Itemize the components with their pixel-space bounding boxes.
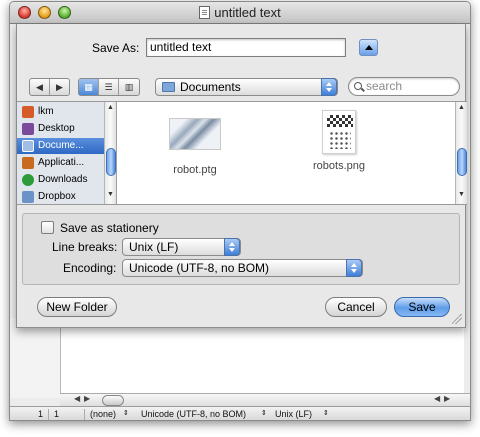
window-title-text: untitled text [214, 5, 281, 20]
scroll-down-icon[interactable]: ▼ [458, 191, 465, 198]
files-scrollbar[interactable]: ▲ ▼ [455, 102, 467, 204]
status-separator [84, 409, 85, 420]
sidebar-item-documents[interactable]: Docume... [17, 138, 105, 154]
scroll-down-icon[interactable]: ▼ [107, 191, 114, 198]
sidebar-item-label: Dropbox [38, 191, 76, 202]
sidebar-item-label: Downloads [38, 174, 88, 185]
sidebar-item-label: Docume... [38, 140, 84, 151]
document-icon [199, 6, 211, 19]
status-separator [48, 409, 49, 420]
encoding-label: Encoding: [63, 261, 117, 275]
expand-collapse-button[interactable] [359, 39, 378, 56]
sidebar: lkm Desktop Docume... Applicati... Downl… [17, 102, 117, 204]
popup-arrows-icon [321, 78, 337, 96]
window-title: untitled text [10, 5, 470, 20]
scroll-left-icon[interactable]: ◀ [74, 394, 80, 403]
status-bar: 1 1 (none) ⇕ Unicode (UTF-8, no BOM) ⇕ U… [10, 406, 470, 420]
view-mode-control: ▦ ☰ ▥ [78, 78, 140, 96]
sidebar-item-label: Desktop [38, 123, 75, 134]
stationery-label: Save as stationery [60, 221, 159, 235]
applications-icon [22, 157, 34, 169]
back-forward-control: ◀ ▶ [29, 78, 70, 96]
file-item-robots-png[interactable]: robots.png [304, 110, 374, 172]
text-editor-area[interactable] [60, 318, 464, 398]
status-linebreaks-arrows-icon: ⇕ [323, 410, 329, 417]
sidebar-item-desktop[interactable]: Desktop [17, 121, 105, 137]
documents-folder-icon [22, 140, 34, 152]
file-item-robot-ptg[interactable]: robot.ptg [160, 118, 230, 176]
scroll-up-icon[interactable]: ▲ [458, 104, 465, 111]
search-placeholder: search [366, 79, 403, 93]
file-name: robot.ptg [173, 164, 217, 176]
resize-grip-icon[interactable] [452, 314, 462, 324]
status-mode-arrows-icon: ⇕ [123, 410, 129, 417]
line-breaks-value: Unix (LF) [129, 240, 179, 254]
forward-button[interactable]: ▶ [50, 79, 69, 95]
back-button[interactable]: ◀ [30, 79, 50, 95]
status-encoding[interactable]: Unicode (UTF-8, no BOM) [141, 409, 246, 419]
scroll-up-icon[interactable]: ▲ [107, 104, 114, 111]
status-encoding-arrows-icon: ⇕ [261, 410, 267, 417]
status-line-breaks[interactable]: Unix (LF) [275, 409, 312, 419]
save-options-panel: Save as stationery Line breaks: Unix (LF… [22, 213, 460, 285]
file-thumbnail [169, 118, 221, 150]
line-number-gutter [10, 318, 60, 398]
file-name: robots.png [313, 160, 365, 172]
sidebar-scroll-thumb[interactable] [106, 148, 116, 176]
popup-arrows-icon [346, 259, 362, 277]
file-browser: lkm Desktop Docume... Applicati... Downl… [17, 101, 467, 205]
search-icon [354, 82, 362, 90]
sidebar-item-label: lkm [38, 106, 54, 117]
scroll-right-icon[interactable]: ▶ [84, 394, 90, 403]
downloads-icon [22, 174, 34, 186]
horizontal-scrollbar[interactable]: ◀ ▶ ◀ ▶ [60, 393, 470, 407]
search-field[interactable]: search [348, 77, 460, 96]
scroll-left-end-icon[interactable]: ◀ [434, 394, 440, 403]
encoding-value: Unicode (UTF-8, no BOM) [129, 261, 270, 275]
sidebar-item-lkm[interactable]: lkm [17, 104, 105, 120]
sidebar-item-dropbox[interactable]: Dropbox [17, 189, 105, 205]
save-sheet: Save As: untitled text ◀ ▶ ▦ ☰ ▥ Documen… [16, 24, 467, 328]
dropbox-folder-icon [22, 191, 34, 203]
popup-arrows-icon [224, 238, 240, 256]
status-mode[interactable]: (none) [90, 409, 116, 419]
new-folder-button[interactable]: New Folder [37, 297, 117, 317]
home-icon [22, 106, 34, 118]
sidebar-item-applications[interactable]: Applicati... [17, 155, 105, 171]
encoding-popup[interactable]: Unicode (UTF-8, no BOM) [122, 259, 363, 277]
status-column: 1 [54, 409, 60, 419]
status-line: 1 [38, 409, 44, 419]
cancel-button[interactable]: Cancel [325, 297, 387, 317]
sidebar-item-downloads[interactable]: Downloads [17, 172, 105, 188]
scroll-right-end-icon[interactable]: ▶ [444, 394, 450, 403]
documents-folder-icon [162, 82, 175, 92]
line-breaks-label: Line breaks: [52, 240, 118, 254]
desktop-icon [22, 123, 34, 135]
save-as-label: Save As: [92, 41, 140, 55]
list-view-button[interactable]: ☰ [99, 79, 119, 95]
stationery-checkbox[interactable] [41, 221, 54, 234]
icon-view-button[interactable]: ▦ [79, 79, 99, 95]
line-breaks-popup[interactable]: Unix (LF) [122, 238, 241, 256]
file-thumbnail [322, 110, 356, 154]
column-view-button[interactable]: ▥ [119, 79, 139, 95]
sidebar-scrollbar[interactable]: ▲ ▼ [104, 102, 116, 204]
save-as-field[interactable]: untitled text [146, 38, 346, 57]
editor-window: untitled text ◀ ▶ ◀ ▶ 1 1 (none) ⇕ Unico… [9, 1, 471, 421]
horizontal-scroll-thumb[interactable] [102, 395, 124, 406]
files-scroll-thumb[interactable] [457, 148, 467, 176]
location-value: Documents [180, 80, 241, 94]
title-bar: untitled text [10, 2, 470, 24]
sidebar-item-label: Applicati... [38, 157, 85, 168]
save-button[interactable]: Save [394, 297, 450, 317]
location-popup[interactable]: Documents [155, 78, 338, 96]
